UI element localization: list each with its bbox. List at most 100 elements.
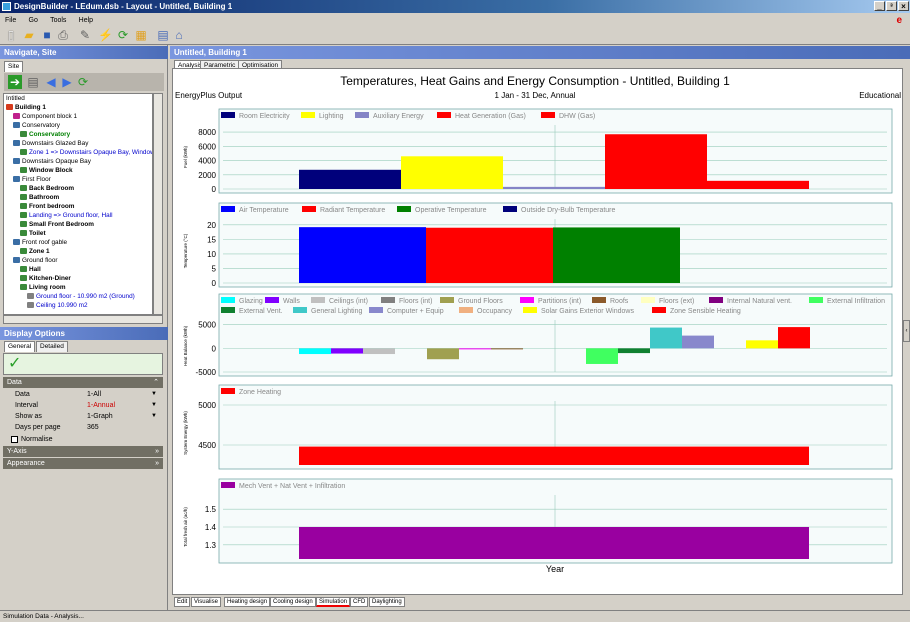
tree-item[interactable]: Conservatory <box>4 122 152 130</box>
save-icon[interactable]: ■ <box>40 28 54 42</box>
option-value[interactable]: 1-All <box>87 389 101 400</box>
chart-bar <box>299 446 809 465</box>
close-button[interactable]: × <box>898 1 909 11</box>
tree-node-icon <box>20 266 27 273</box>
apply-check-icon[interactable]: ✓ <box>8 355 21 373</box>
tree-item[interactable]: Window Block <box>4 167 152 175</box>
tree-item[interactable]: Conservatory <box>4 131 152 139</box>
print-icon[interactable]: ⎙ <box>56 28 70 42</box>
model-data-icon[interactable]: ▤ <box>26 75 40 89</box>
legend-label: Occupancy <box>477 308 513 315</box>
tree-item[interactable]: Hall <box>4 266 152 274</box>
open-icon[interactable]: ▰ <box>22 28 36 42</box>
normalise-label: Normalise <box>21 436 53 443</box>
y-axis-label: Total fresh air (ac/h) <box>183 507 188 547</box>
tree-item[interactable]: Small Front Bedroom <box>4 221 152 229</box>
option-row[interactable]: Days per page 365 <box>3 422 163 433</box>
chart-bar <box>553 227 680 283</box>
window-title: DesignBuilder - LEdum.dsb - Layout - Unt… <box>14 2 233 11</box>
y-tick-label: 2000 <box>198 171 216 180</box>
tree-item[interactable]: Building 1 <box>4 104 152 112</box>
data-section-header[interactable]: Data ⌃ <box>3 377 163 388</box>
back-icon[interactable]: ◀ <box>44 75 58 89</box>
tab-detailed[interactable]: Detailed <box>36 341 68 352</box>
tree-item[interactable]: Landing => Ground floor, Hall <box>4 212 152 220</box>
refresh-icon[interactable]: ⟳ <box>116 28 130 42</box>
tree-item[interactable]: Back Bedroom <box>4 185 152 193</box>
bottom-tab[interactable]: Simulation <box>316 597 351 607</box>
option-row[interactable]: Data 1-All ▼ <box>3 389 163 400</box>
tree-item[interactable]: Zone 1 <box>4 248 152 256</box>
minimize-button[interactable]: _ <box>874 1 885 11</box>
tree-item[interactable]: Downstairs Glazed Bay <box>4 140 152 148</box>
tree-item[interactable]: Component block 1 <box>4 113 152 121</box>
dropdown-arrow-icon[interactable]: ▼ <box>151 389 157 400</box>
tree-item[interactable]: Toilet <box>4 230 152 238</box>
bottom-tab[interactable]: Cooling design <box>270 597 316 607</box>
y-axis-label: System Energy (kWh) <box>183 411 188 455</box>
bottom-tab[interactable]: Visualise <box>191 597 221 607</box>
appearance-section-header[interactable]: Appearance » <box>3 458 163 469</box>
bottom-tab[interactable]: CFD <box>350 597 369 607</box>
forward-icon[interactable]: ▶ <box>60 75 74 89</box>
legend-label: Floors (ext) <box>659 298 694 305</box>
tree-item[interactable]: Zone 1 => Downstairs Opaque Bay, Window … <box>4 149 153 157</box>
chart-tool-icon[interactable]: ⚡ <box>98 28 113 42</box>
tree-item[interactable]: Front bedroom <box>4 203 152 211</box>
y-tick-label: 0 <box>212 344 217 353</box>
bottom-tab[interactable]: Edit <box>174 597 191 607</box>
y-axis-label: Temperature (°C) <box>183 233 188 268</box>
building-icon[interactable]: ▦ <box>134 28 148 42</box>
refresh-icon[interactable]: ⟳ <box>76 75 90 89</box>
option-value[interactable]: 365 <box>87 422 99 433</box>
tree-node-icon <box>20 275 27 282</box>
option-value[interactable]: 1-Annual <box>87 400 115 411</box>
bottom-tab[interactable]: Daylighting <box>369 597 405 607</box>
legend-swatch <box>265 297 279 303</box>
y-tick-label: 5000 <box>198 321 216 330</box>
new-icon[interactable]: ▯ <box>4 28 18 42</box>
collapse-right-handle[interactable]: ‹ <box>903 320 910 342</box>
tree-item[interactable]: Ground floor <box>4 257 152 265</box>
tab-general[interactable]: General <box>4 341 36 352</box>
y-tick-label: 1.5 <box>205 505 217 514</box>
restore-button[interactable]: ³ <box>886 1 897 11</box>
tree-item[interactable]: Bathroom <box>4 194 152 202</box>
tree-item[interactable]: Ceiling 10.990 m2 <box>4 302 152 310</box>
tree-vertical-scrollbar[interactable] <box>153 93 163 315</box>
option-row[interactable]: Interval 1-Annual ▼ <box>3 400 163 411</box>
option-value[interactable]: 1-Graph <box>87 411 113 422</box>
normalise-row: Normalise <box>3 434 163 445</box>
legend-label: Zone Sensible Heating <box>670 308 741 315</box>
display-options-header: Display Options <box>0 327 168 340</box>
tree-horizontal-scrollbar[interactable] <box>3 315 163 324</box>
export-icon[interactable]: ▤ <box>156 28 170 42</box>
y-tick-label: 1.3 <box>205 541 217 550</box>
bottom-tab[interactable]: Heating design <box>224 597 271 607</box>
tree-item-label: Ground floor - 10.990 m2 (Ground) <box>36 293 135 300</box>
chart-bar <box>299 169 401 189</box>
yaxis-section-header[interactable]: Y-Axis » <box>3 446 163 457</box>
wrench-icon[interactable]: ✎ <box>78 28 92 42</box>
dropdown-arrow-icon[interactable]: ▼ <box>151 411 157 422</box>
legend-label: Outside Dry-Bulb Temperature <box>521 207 616 214</box>
tree-item-label: Zone 1 => Downstairs Opaque Bay, Window … <box>29 149 153 156</box>
option-label: Show as <box>15 413 42 420</box>
chart-bar <box>401 156 503 189</box>
tree-item[interactable]: Kitchen-Diner <box>4 275 152 283</box>
chart-bar <box>682 335 714 349</box>
option-row[interactable]: Show as 1-Graph ▼ <box>3 411 163 422</box>
model-icon[interactable]: ⌂ <box>172 28 186 42</box>
dropdown-arrow-icon[interactable]: ▼ <box>151 400 157 411</box>
tab-site[interactable]: Site <box>4 61 24 72</box>
tree-node-icon <box>13 140 20 147</box>
add-icon[interactable]: ➔ <box>8 75 22 89</box>
tree-item[interactable]: First Floor <box>4 176 152 184</box>
tree-item[interactable]: Ground floor - 10.990 m2 (Ground) <box>4 293 152 301</box>
normalise-checkbox[interactable] <box>11 436 18 443</box>
tree-item[interactable]: Downstairs Opaque Bay <box>4 158 152 166</box>
chart-bar <box>586 348 618 364</box>
tree-item[interactable]: Front roof gable <box>4 239 152 247</box>
tree-item[interactable]: Living room <box>4 284 152 292</box>
tree-item[interactable]: Intitled <box>4 95 152 103</box>
